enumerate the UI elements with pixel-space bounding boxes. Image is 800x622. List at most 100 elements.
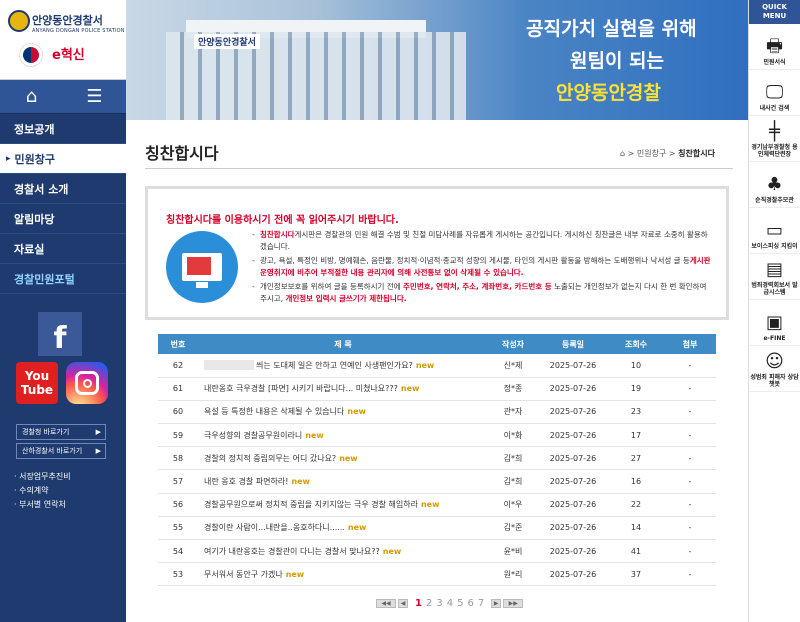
youtube-icon[interactable]: You Tube <box>16 362 58 404</box>
page-number[interactable]: 7 <box>477 598 485 609</box>
nav-item-archive[interactable]: 자료실 <box>0 234 126 264</box>
page-number[interactable]: 3 <box>435 598 443 609</box>
subject-link[interactable]: 내란옹호 극우경찰 [파면] 시키기 바랍니다... 미쳤나요??? <box>204 384 398 393</box>
header-attach: 첨부 <box>664 334 716 354</box>
row-views: 41 <box>608 539 664 564</box>
subject-link[interactable]: 극우성향의 경찰공무원이라니 <box>204 431 302 440</box>
quick-item-efine[interactable]: ▣ e-FINE <box>749 300 800 346</box>
row-views: 10 <box>608 354 664 378</box>
nav-label: 경찰서 소개 <box>14 182 69 196</box>
table-row[interactable]: 57 내란 옹호 경찰 파면하라! new 김*희 2025-07-26 16- <box>158 469 716 494</box>
banner-line-2: 원팀이 되는 <box>570 50 665 72</box>
row-subject[interactable]: 무서워서 동안구 가겠나 new <box>198 562 488 587</box>
quick-item-memorial[interactable]: ♣ 순직경찰추모관 <box>749 162 800 208</box>
police-agency-link[interactable]: 경찰청 바로가기 ▶ <box>16 424 106 440</box>
quick-item-voice-phishing[interactable]: ▭ 보이스피싱 지킴이 <box>749 208 800 254</box>
row-subject[interactable]: 씌는 도대체 일은 안하고 연예인 사생팬인가요? new <box>198 354 488 378</box>
board-body: 62 씌는 도대체 일은 안하고 연예인 사생팬인가요? new 신*제 2025-07… <box>158 354 716 587</box>
table-row[interactable]: 56 경찰공무원으로써 정치적 중립을 지키지않는 극우 경찰 해임하라 new 이*… <box>158 493 716 517</box>
row-attachment: - <box>664 377 716 401</box>
row-views: 27 <box>608 446 664 471</box>
subject-link[interactable]: 경찰의 정치적 중립의무는 어디 갔나요? <box>204 454 336 463</box>
facebook-icon[interactable]: f <box>38 312 82 356</box>
sidebar-toolbar: ⌂ ☰ <box>0 80 126 114</box>
new-badge: new <box>305 430 324 440</box>
notice-monitor-icon <box>166 231 238 303</box>
nav-item-notices[interactable]: 알림마당 <box>0 204 126 234</box>
row-subject[interactable]: 욕설 등 특정한 내용은 삭제될 수 있습니다 new <box>198 400 488 425</box>
row-subject[interactable]: 극우성향의 경찰공무원이라니 new <box>198 423 488 448</box>
new-badge: new <box>347 407 366 417</box>
subject-link[interactable]: 씌는 도대체 일은 안하고 연예인 사생팬인가요? <box>256 361 413 370</box>
first-page-button[interactable]: ◀◀ <box>376 599 396 608</box>
row-no: 58 <box>158 446 198 471</box>
page-title: 칭찬합시다 <box>145 144 219 163</box>
row-subject[interactable]: 경찰공무원으로써 정치적 중립을 지키지않는 극우 경찰 해임하라 new <box>198 493 488 517</box>
row-no: 56 <box>158 493 198 517</box>
table-row[interactable]: 53 무서워서 동안구 가겠나 new 원*리 2025-07-26 37- <box>158 562 716 587</box>
instagram-icon[interactable] <box>66 362 108 404</box>
laptop-icon: ▭ <box>765 220 783 241</box>
board-table: 번호 제 목 작성자 등록일 조회수 첨부 62 씌는 도대체 일은 안하고 연예… <box>158 334 716 587</box>
active-marker-icon: ▸ <box>6 153 11 164</box>
breadcrumb-item[interactable]: 민원창구 <box>637 149 666 158</box>
affiliated-stations-link[interactable]: 산하경찰서 바로가기 ▶ <box>16 443 106 459</box>
nav-item-police-portal[interactable]: 경찰민원포털 <box>0 264 126 294</box>
facebook-glyph: f <box>53 321 67 356</box>
row-author: 정*종 <box>488 377 538 401</box>
quick-item-chatbot[interactable]: ☺ 성범죄 피해자 상담 챗봇 <box>749 346 800 392</box>
page-number[interactable]: 2 <box>425 598 433 609</box>
page-number[interactable]: 5 <box>456 598 464 609</box>
row-date: 2025-07-26 <box>538 539 608 564</box>
row-views: 14 <box>608 516 664 541</box>
quick-label: 내사건 검색 <box>759 105 790 112</box>
page-number[interactable]: 6 <box>466 598 474 609</box>
table-row[interactable]: 58 경찰의 정치적 중립의무는 어디 갔나요? new 김*희 2025-07-26 2… <box>158 446 716 471</box>
page-number[interactable]: 1 <box>414 598 423 609</box>
banner-line-3: 안양동안경찰 <box>556 82 661 104</box>
row-no: 53 <box>158 562 198 587</box>
table-row[interactable]: 62 씌는 도대체 일은 안하고 연예인 사생팬인가요? new 신*제 2025-07… <box>158 354 716 378</box>
page-number[interactable]: 4 <box>446 598 454 609</box>
subject-link[interactable]: 경찰이란 사람이...내란을..옹호하다니...... <box>204 523 345 532</box>
side-link-expenses[interactable]: · 서장업무추진비 <box>14 470 71 484</box>
table-row[interactable]: 55 경찰이란 사람이...내란을..옹호하다니...... new 김*준 2025-… <box>158 516 716 541</box>
table-row[interactable]: 59 극우성향의 경찰공무원이라니 new 이*화 2025-07-26 17- <box>158 423 716 448</box>
nav-item-info-disclosure[interactable]: 정보공개 <box>0 114 126 144</box>
quick-item-gym[interactable]: ╪ 경기남부경찰청 용인체력단련장 <box>749 116 800 162</box>
nav-item-civil-service[interactable]: ▸ 민원창구 <box>0 144 126 174</box>
row-subject[interactable]: 내란 옹호 경찰 파면하라! new <box>198 469 488 494</box>
table-row[interactable]: 54 여기가 내란옹호는 경찰관이 다니는 경찰서 맞나요?? new 윤*비 2025… <box>158 539 716 564</box>
subject-link[interactable]: 내란 옹호 경찰 파면하라! <box>204 477 288 486</box>
side-link-contacts[interactable]: · 부서별 연락처 <box>14 498 71 512</box>
nav-item-station-intro[interactable]: 경찰서 소개 <box>0 174 126 204</box>
subject-link[interactable]: 경찰공무원으로써 정치적 중립을 지키지않는 극우 경찰 해임하라 <box>204 500 418 509</box>
row-subject[interactable]: 경찰이란 사람이...내란을..옹호하다니...... new <box>198 516 488 541</box>
quick-item-case-search[interactable]: 🖵 내사건 검색 <box>749 70 800 116</box>
quick-item-forms[interactable]: 🖶 민원서식 <box>749 24 800 70</box>
notice-list: 칭찬합시다게시판은 경찰관의 민원 해결 수범 및 친절 미담사례를 자유롭게 … <box>252 229 714 307</box>
new-badge: new <box>420 500 440 510</box>
table-row[interactable]: 60 욕설 등 특정한 내용은 삭제될 수 있습니다 new 관*자 2025-07-2… <box>158 400 716 425</box>
row-subject[interactable]: 여기가 내란옹호는 경찰관이 다니는 경찰서 맞나요?? new <box>198 539 488 564</box>
youtube-text-top: You <box>24 369 50 383</box>
table-row[interactable]: 61 내란옹호 극우경찰 [파면] 시키기 바랍니다... 미쳤나요??? new 정… <box>158 377 716 401</box>
home-icon[interactable]: ⌂ <box>620 149 625 158</box>
last-page-button[interactable]: ▶▶ <box>503 599 524 608</box>
side-link-contracts[interactable]: · 수의계약 <box>14 484 71 498</box>
dumbbell-icon: ╪ <box>769 121 780 142</box>
row-author: 김*준 <box>488 516 538 541</box>
row-date: 2025-07-26 <box>538 516 608 541</box>
quick-item-criminal-record[interactable]: ▤ 범죄경력회보서 발급시스템 <box>749 254 800 300</box>
home-icon[interactable]: ⌂ <box>0 80 63 113</box>
prev-page-button[interactable]: ◀ <box>398 599 408 608</box>
next-page-button[interactable]: ▶ <box>491 599 502 608</box>
police-emblem-icon <box>8 10 30 32</box>
menu-icon[interactable]: ☰ <box>63 80 126 113</box>
subject-link[interactable]: 여기가 내란옹호는 경찰관이 다니는 경찰서 맞나요?? <box>204 547 380 556</box>
subject-link[interactable]: 욕설 등 특정한 내용은 삭제될 수 있습니다 <box>204 407 344 416</box>
row-subject[interactable]: 내란옹호 극우경찰 [파면] 시키기 바랍니다... 미쳤나요??? new <box>198 377 488 401</box>
row-subject[interactable]: 경찰의 정치적 중립의무는 어디 갔나요? new <box>198 446 488 471</box>
subject-link[interactable]: 무서워서 동안구 가겠나 <box>204 570 283 579</box>
logo-area[interactable]: 안양동안경찰서 ANYANG DONGAN POLICE STATION e혁신 <box>0 0 126 80</box>
